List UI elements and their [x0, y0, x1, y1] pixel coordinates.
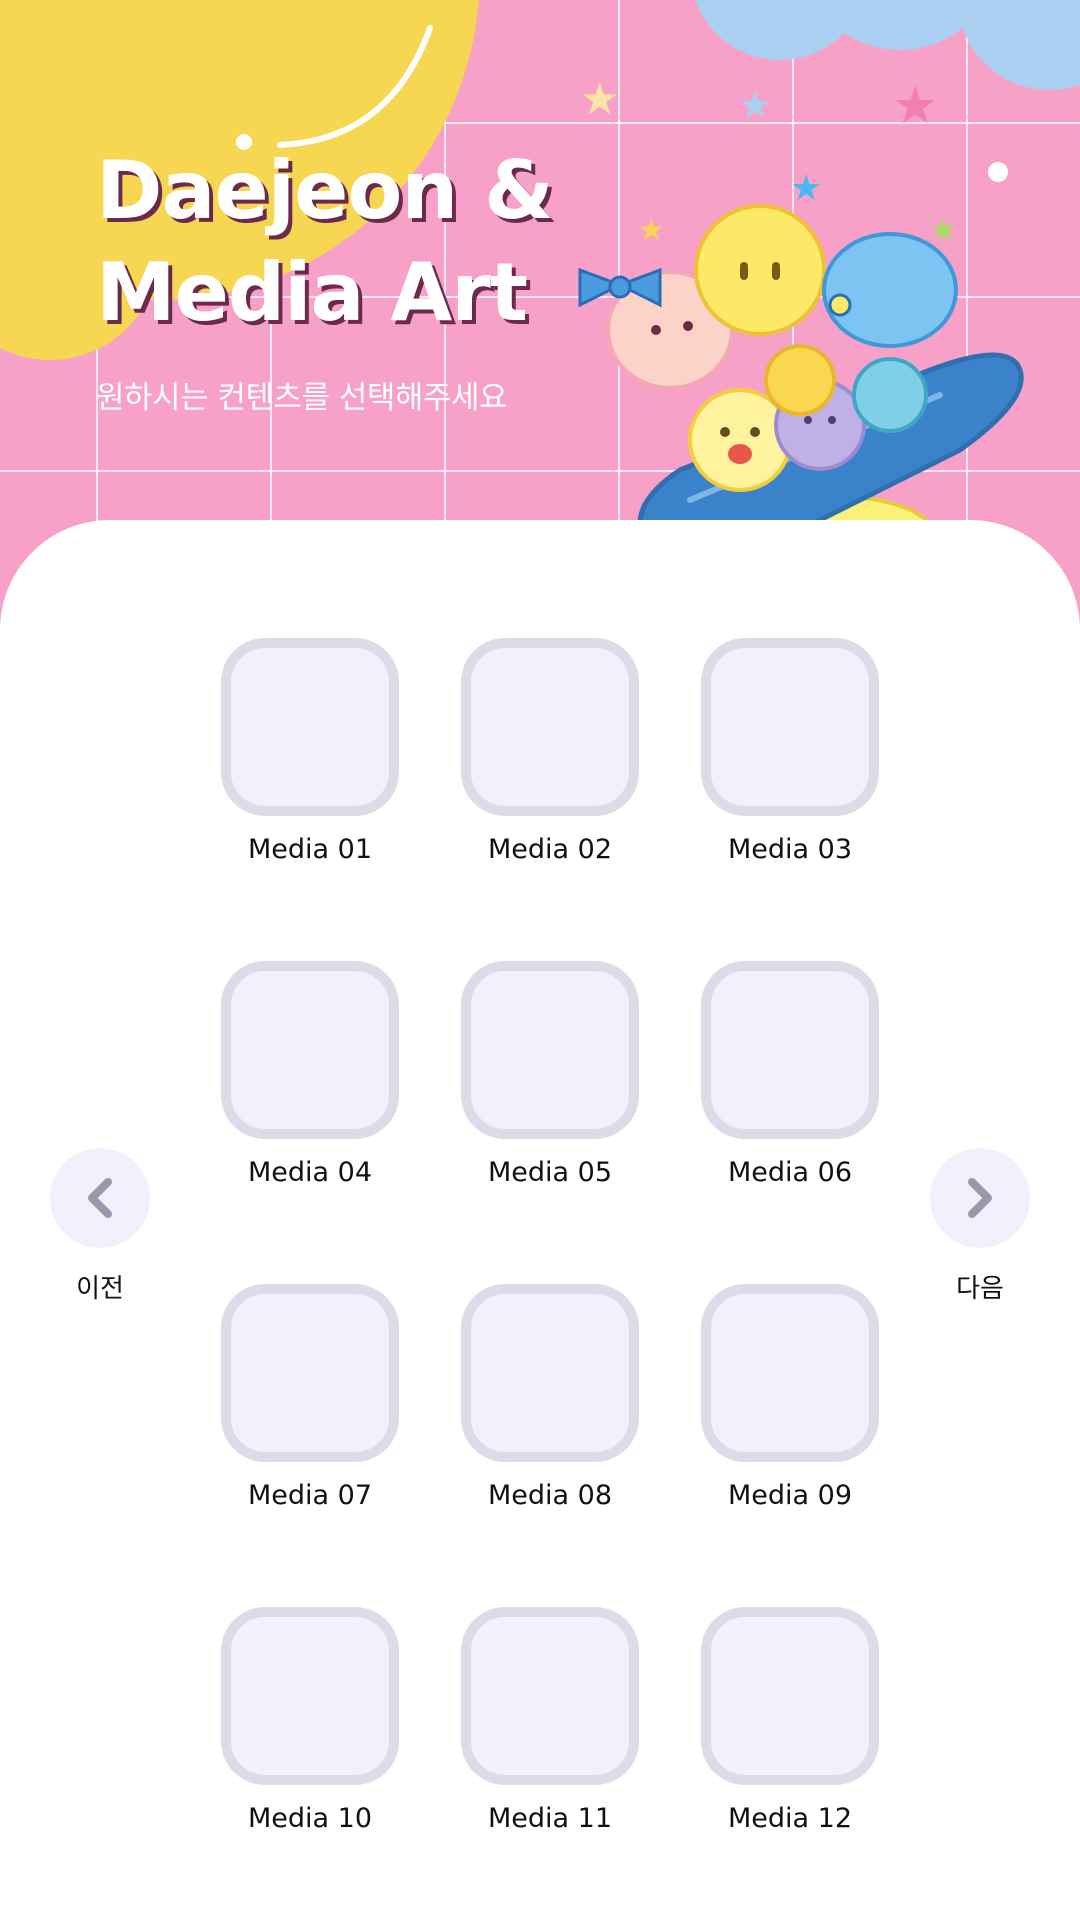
- media-tile-09[interactable]: Media 09: [670, 1284, 910, 1511]
- media-label: Media 11: [487, 1803, 613, 1834]
- media-label: Media 03: [727, 834, 853, 865]
- media-label: Media 05: [487, 1157, 613, 1188]
- media-label: Media 08: [487, 1480, 613, 1511]
- media-thumbnail[interactable]: [461, 1607, 639, 1785]
- media-thumbnail[interactable]: [701, 1284, 879, 1462]
- svg-text:★: ★: [638, 213, 665, 248]
- media-thumbnail[interactable]: [701, 638, 879, 816]
- next-label: 다음: [956, 1274, 1004, 1304]
- media-label: Media 04: [247, 1157, 373, 1188]
- prev-label: 이전: [76, 1274, 124, 1304]
- media-tile-01[interactable]: Media 01: [190, 638, 430, 865]
- page-subtitle: 원하시는 컨텐츠를 선택해주세요: [96, 380, 508, 416]
- next-button[interactable]: 다음: [930, 1148, 1030, 1305]
- media-thumbnail[interactable]: [221, 1284, 399, 1462]
- star-decoration: ★: [892, 76, 939, 136]
- svg-text:★: ★: [930, 213, 957, 248]
- media-tile-03[interactable]: Media 03: [670, 638, 910, 865]
- title-line-1: Daejeon &: [96, 144, 554, 237]
- media-thumbnail[interactable]: [701, 1607, 879, 1785]
- media-label: Media 06: [727, 1157, 853, 1188]
- next-button-circle[interactable]: [930, 1148, 1030, 1248]
- media-label: Media 10: [247, 1803, 373, 1834]
- media-tile-02[interactable]: Media 02: [430, 638, 670, 865]
- media-tile-12[interactable]: Media 12: [670, 1607, 910, 1834]
- media-label: Media 07: [247, 1480, 373, 1511]
- media-thumbnail[interactable]: [461, 1284, 639, 1462]
- media-thumbnail[interactable]: [221, 638, 399, 816]
- media-tile-04[interactable]: Media 04: [190, 961, 430, 1188]
- star-decoration: ★: [580, 74, 620, 125]
- media-tile-07[interactable]: Media 07: [190, 1284, 430, 1511]
- media-tile-05[interactable]: Media 05: [430, 961, 670, 1188]
- svg-text:★: ★: [790, 170, 822, 209]
- cloud-decoration: [960, 0, 1080, 90]
- chevron-right-icon: [968, 1178, 992, 1218]
- media-label: Media 09: [727, 1480, 853, 1511]
- media-label: Media 12: [727, 1803, 853, 1834]
- media-tile-10[interactable]: Media 10: [190, 1607, 430, 1834]
- title-line-2: Media Art: [96, 246, 528, 339]
- media-thumbnail[interactable]: [221, 1607, 399, 1785]
- prev-button-circle[interactable]: [50, 1148, 150, 1248]
- media-tile-06[interactable]: Media 06: [670, 961, 910, 1188]
- media-thumbnail[interactable]: [461, 638, 639, 816]
- media-tile-08[interactable]: Media 08: [430, 1284, 670, 1511]
- media-label: Media 01: [247, 834, 373, 865]
- page-title: Daejeon & Media Art: [96, 140, 554, 344]
- curve-decoration: [277, 25, 433, 148]
- media-tile-11[interactable]: Media 11: [430, 1607, 670, 1834]
- chevron-left-icon: [88, 1178, 112, 1218]
- media-thumbnail[interactable]: [221, 961, 399, 1139]
- media-thumbnail[interactable]: [461, 961, 639, 1139]
- media-thumbnail[interactable]: [701, 961, 879, 1139]
- star-decoration: ★: [738, 83, 773, 127]
- media-label: Media 02: [487, 834, 613, 865]
- media-grid: Media 01 Media 02 Media 03 Media 04 Medi…: [190, 638, 890, 1834]
- prev-button[interactable]: 이전: [50, 1148, 150, 1305]
